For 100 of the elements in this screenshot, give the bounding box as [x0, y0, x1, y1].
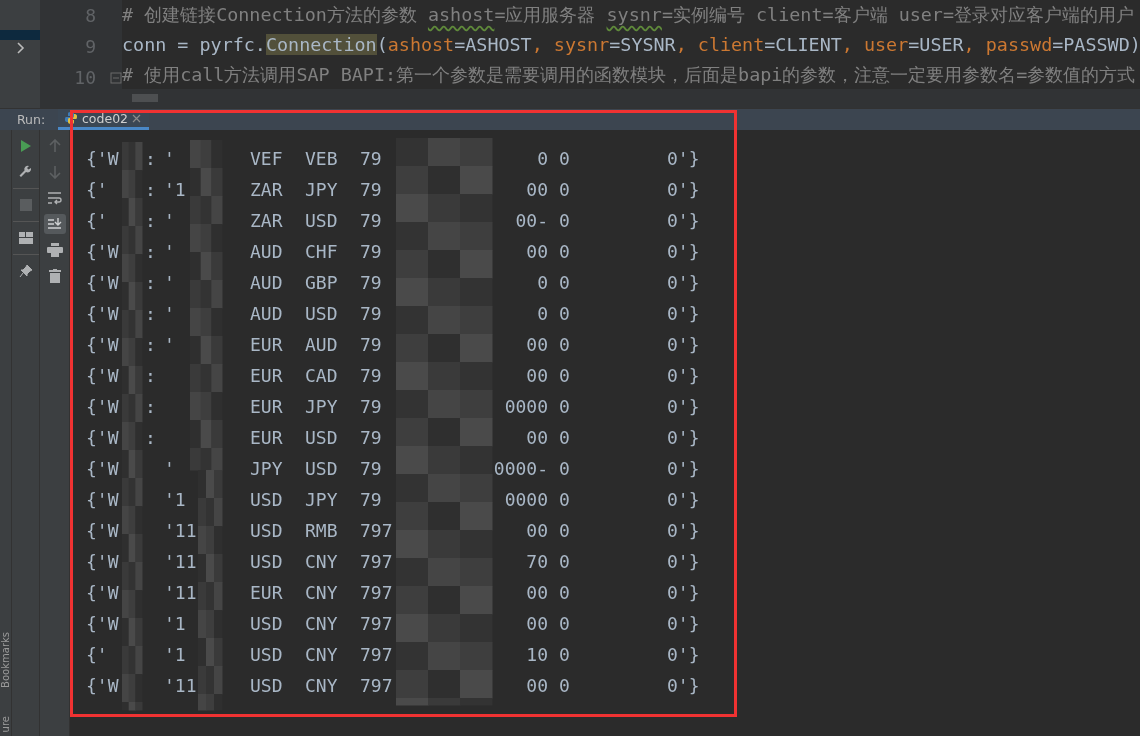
output-text: 79: [360, 396, 382, 417]
close-icon[interactable]: [132, 113, 142, 123]
output-text: 00: [526, 241, 548, 262]
output-text: 0'}: [667, 613, 700, 634]
output-text: 0'}: [667, 241, 700, 262]
output-text: ': [164, 272, 175, 293]
output-text: USD: [305, 427, 338, 448]
output-text: USD: [250, 613, 283, 634]
output-text: 79: [360, 148, 382, 169]
output-text: EUR: [250, 396, 283, 417]
output-text: 797: [360, 675, 393, 696]
output-text: ': [164, 241, 175, 262]
output-text: RMB: [305, 520, 338, 541]
output-text: {'W: [86, 582, 119, 603]
code-line: # 创建链接Connection方法的参数 ashost=应用服务器 sysnr=实例编号 client=客户端 user=登录对应客户端的用户: [122, 3, 1135, 28]
output-text: 0: [559, 458, 570, 479]
output-text: '11: [164, 582, 197, 603]
output-text: 70: [526, 551, 548, 572]
output-text: 0: [559, 551, 570, 572]
output-text: 0000: [504, 396, 548, 417]
output-text: ': [164, 303, 175, 324]
output-text: USD: [250, 675, 283, 696]
horizontal-scrollbar[interactable]: [122, 88, 1140, 108]
output-text: :: [145, 334, 156, 355]
output-text: :: [145, 272, 156, 293]
chevron-icon[interactable]: [16, 42, 26, 54]
output-text: ZAR: [250, 179, 283, 200]
output-text: 00: [526, 520, 548, 541]
output-text: {'W: [86, 520, 119, 541]
output-text: :: [145, 179, 156, 200]
output-text: 0: [559, 303, 570, 324]
output-text: 0'}: [667, 148, 700, 169]
output-text: 797: [360, 613, 393, 634]
output-text: 0'}: [667, 179, 700, 200]
output-text: ZAR: [250, 210, 283, 231]
output-text: CNY: [305, 613, 338, 634]
output-text: 0: [559, 396, 570, 417]
output-text: CNY: [305, 551, 338, 572]
output-text: JPY: [305, 489, 338, 510]
output-text: {'W: [86, 458, 119, 479]
output-text: 00: [526, 179, 548, 200]
output-text: 79: [360, 272, 382, 293]
scroll-to-end-icon[interactable]: [43, 214, 66, 234]
output-text: ': [164, 458, 175, 479]
output-text: '11: [164, 675, 197, 696]
output-text: {'W: [86, 613, 119, 634]
output-text: 79: [360, 458, 382, 479]
output-text: CNY: [305, 644, 338, 665]
output-text: {'W: [86, 148, 119, 169]
output-text: 0'}: [667, 396, 700, 417]
output-text: CAD: [305, 365, 338, 386]
output-text: 00: [526, 334, 548, 355]
output-text: 0'}: [667, 458, 700, 479]
output-text: 79: [360, 489, 382, 510]
output-text: {'W: [86, 427, 119, 448]
output-text: ': [164, 334, 175, 355]
output-text: EUR: [250, 334, 283, 355]
output-text: 79: [360, 179, 382, 200]
output-text: ': [164, 148, 175, 169]
output-text: 0: [559, 520, 570, 541]
output-text: 00: [526, 365, 548, 386]
output-text: 00: [526, 613, 548, 634]
output-text: USD: [305, 303, 338, 324]
output-text: 79: [360, 210, 382, 231]
output-text: 10: [526, 644, 548, 665]
output-text: {'W: [86, 489, 119, 510]
side-tab[interactable]: ure: [0, 715, 11, 732]
output-text: AUD: [250, 272, 283, 293]
output-text: :: [145, 396, 156, 417]
output-text: 79: [360, 365, 382, 386]
output-text: :: [145, 365, 156, 386]
side-tab[interactable]: Bookmarks: [0, 631, 11, 688]
output-text: 0: [559, 644, 570, 665]
output-text: 797: [360, 644, 393, 665]
output-text: :: [145, 303, 156, 324]
output-text: 0: [559, 675, 570, 696]
output-text: 0: [537, 303, 548, 324]
output-text: {': [86, 179, 108, 200]
output-text: 79: [360, 241, 382, 262]
output-text: CNY: [305, 582, 338, 603]
output-text: 0: [559, 582, 570, 603]
output-text: USD: [250, 489, 283, 510]
output-text: USD: [250, 520, 283, 541]
output-text: 0'}: [667, 303, 700, 324]
code-line: # 使用call方法调用SAP BAPI:第一个参数是需要调用的函数模块，后面是bapi的参数，注意一定要用参数名=参数值的方式: [122, 62, 1137, 87]
output-text: '11: [164, 551, 197, 572]
output-text: 797: [360, 551, 393, 572]
output-text: 0: [559, 241, 570, 262]
python-icon: [64, 111, 78, 125]
output-text: AUD: [250, 241, 283, 262]
output-text: AUD: [250, 303, 283, 324]
output-text: 00: [526, 675, 548, 696]
output-text: {'W: [86, 396, 119, 417]
output-text: 0: [559, 148, 570, 169]
output-text: {'W: [86, 241, 119, 262]
output-text: 0'}: [667, 334, 700, 355]
output-text: {'W: [86, 551, 119, 572]
output-text: JPY: [305, 179, 338, 200]
output-text: USD: [305, 210, 338, 231]
output-text: 0000-: [493, 458, 548, 479]
